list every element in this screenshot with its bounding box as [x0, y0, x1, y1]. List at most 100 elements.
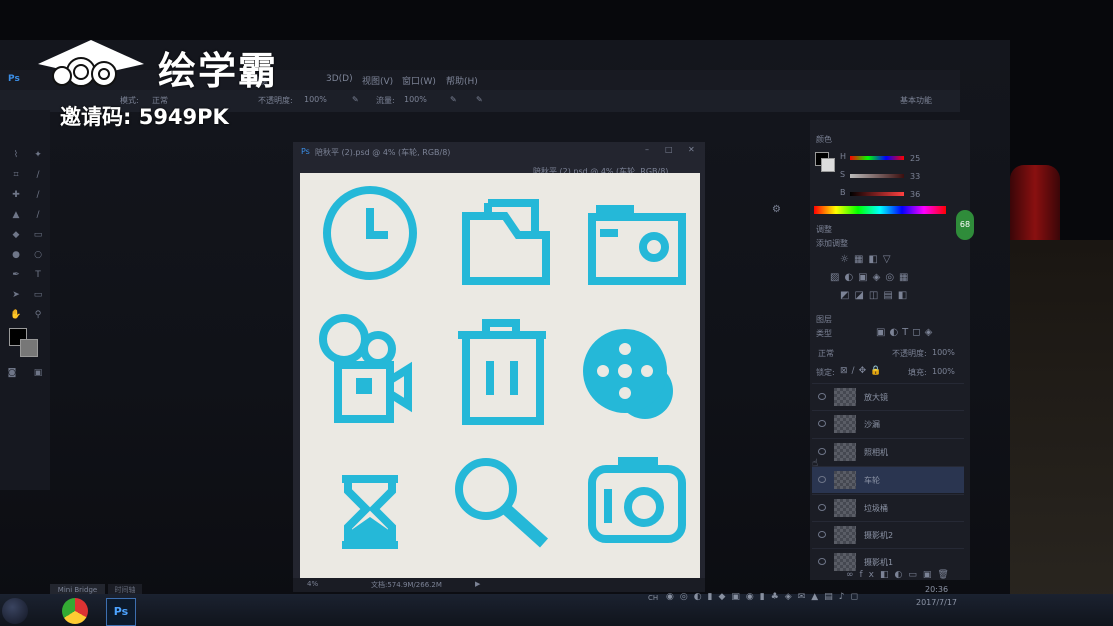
opacity-input[interactable]: 100% [304, 95, 327, 104]
tablet-pressure-icon[interactable]: ✎ [476, 95, 483, 104]
adjustment-icons-row-2[interactable]: ▨◐▣◈◎▦ [830, 272, 914, 283]
layer-row-selected[interactable]: 车轮 [812, 466, 964, 493]
screen-mode-icon[interactable]: ▣ [32, 368, 44, 378]
ps-doc-icon: Ps [301, 147, 310, 156]
video-camera-lens-block [356, 378, 372, 394]
eye-icon[interactable] [818, 393, 826, 400]
close-button[interactable]: ✕ [688, 145, 695, 154]
hand-tool-icon[interactable]: ✋ [10, 310, 22, 320]
layers-tab[interactable]: 图层 [816, 314, 832, 325]
tray-icons[interactable]: ◉◎◐▮◆▣◉▮♣◈✉▲▤♪◻ [666, 592, 864, 602]
pressure-icon[interactable]: ✎ [352, 95, 359, 104]
gradient-tool-icon[interactable]: ▭ [32, 230, 44, 240]
invite-code: 邀请码: 5949PK [60, 105, 229, 129]
layer-row[interactable]: 垃圾桶 [812, 494, 964, 521]
eye-icon[interactable] [818, 558, 826, 565]
menu-item-3d[interactable]: 3D(D) [326, 74, 353, 84]
history-brush-tool-icon[interactable]: ∕ [32, 210, 44, 220]
layer-filter-kind[interactable]: 类型 [816, 328, 832, 339]
camera-icon [588, 205, 686, 285]
clock-date[interactable]: 2017/7/17 [916, 598, 957, 607]
layer-row[interactable]: 照相机 [812, 438, 964, 465]
chrome-icon[interactable] [62, 598, 88, 624]
pen-tool-icon[interactable]: ✒ [10, 270, 22, 280]
status-menu-arrow-icon[interactable]: ▶ [475, 580, 480, 588]
maximize-button[interactable]: □ [665, 145, 673, 154]
flow-input[interactable]: 100% [404, 95, 427, 104]
language-indicator[interactable]: CH [648, 594, 658, 602]
layer-name: 摄影机1 [864, 558, 894, 567]
lasso-tool-icon[interactable]: ⌇ [10, 150, 22, 160]
layer-footer-icons[interactable]: ∞fx◧◐▭▣🗑 [846, 570, 955, 580]
film-reel-icon [583, 329, 673, 419]
saturation-value[interactable]: 33 [910, 172, 920, 181]
eye-icon[interactable] [818, 531, 826, 538]
hue-value[interactable]: 25 [910, 154, 920, 163]
brush-tool-icon[interactable]: ∕ [32, 190, 44, 200]
dodge-tool-icon[interactable]: ○ [32, 250, 44, 260]
menu-item-view[interactable]: 视图(V) [362, 74, 393, 87]
photo-camera-icon [588, 457, 686, 543]
clock-time[interactable]: 20:36 [925, 585, 948, 594]
lock-label: 锁定: [816, 368, 835, 377]
quick-mask-icon[interactable]: ◙ [6, 368, 18, 378]
stamp-tool-icon[interactable]: ▲ [10, 210, 22, 220]
hue-slider[interactable] [850, 156, 904, 160]
eyedropper-tool-icon[interactable]: ∕ [32, 170, 44, 180]
adjustment-icons-row-1[interactable]: ☼▦◧▽ [840, 254, 896, 265]
layer-row[interactable]: 沙漏 [812, 410, 964, 437]
menu-item-window[interactable]: 窗口(W) [402, 74, 436, 87]
brightness-slider[interactable] [850, 192, 904, 196]
mini-panel-icon[interactable]: ⚙ [772, 204, 781, 215]
airbrush-icon[interactable]: ✎ [450, 95, 457, 104]
background-color-swatch[interactable] [20, 339, 38, 357]
eye-icon[interactable] [818, 448, 826, 455]
layer-row[interactable]: 放大镜 [812, 383, 964, 410]
menu-item-help[interactable]: 帮助(H) [446, 74, 478, 87]
eye-icon[interactable] [818, 420, 826, 427]
brightness-value[interactable]: 36 [910, 190, 920, 199]
channel-h-label: H [840, 152, 847, 161]
workspace-select[interactable]: 基本功能 [900, 95, 932, 106]
canvas[interactable] [300, 173, 700, 578]
healing-tool-icon[interactable]: ✚ [10, 190, 22, 200]
blur-tool-icon[interactable]: ● [10, 250, 22, 260]
layer-thumbnail [834, 499, 856, 517]
fill-label: 填充: [908, 368, 927, 377]
saturation-slider[interactable] [850, 174, 904, 178]
layer-opacity-input[interactable]: 100% [932, 348, 955, 357]
adjustment-icons-row-3[interactable]: ◩◪◫▤◧ [840, 290, 912, 301]
type-tool-icon[interactable]: T [32, 270, 44, 280]
minimize-button[interactable]: – [645, 145, 649, 154]
panel-background-swatch[interactable] [821, 158, 835, 172]
eye-icon[interactable] [818, 504, 826, 511]
status-bar: 4% 文档:574.9M/266.2M ▶ [293, 578, 705, 592]
layer-row[interactable]: 摄影机2 [812, 521, 964, 548]
layer-filter-icons[interactable]: ▣◐T◻◈ [876, 327, 936, 338]
layer-blend-mode[interactable]: 正常 [818, 348, 834, 359]
eye-icon[interactable] [818, 476, 826, 483]
folder-icon [462, 199, 550, 285]
zoom-level[interactable]: 4% [307, 580, 318, 588]
layer-name: 照相机 [864, 448, 888, 457]
graduation-cap-logo-icon [38, 40, 144, 87]
path-select-tool-icon[interactable]: ➤ [10, 290, 22, 300]
layer-thumbnail [834, 471, 856, 489]
photoshop-taskbar-button[interactable]: Ps [106, 598, 136, 626]
color-panel-tab[interactable]: 颜色 [816, 134, 832, 145]
channel-s-label: S [840, 170, 846, 179]
channel-b-label: B [840, 188, 846, 197]
layer-thumbnail [834, 388, 856, 406]
adjustments-tab[interactable]: 调整 [816, 224, 832, 235]
crop-tool-icon[interactable]: ⌗ [10, 170, 22, 180]
eraser-tool-icon[interactable]: ◆ [10, 230, 22, 240]
start-button[interactable] [2, 598, 28, 624]
layer-thumbnail [834, 553, 856, 571]
color-ramp[interactable] [814, 206, 946, 214]
magic-wand-tool-icon[interactable]: ✦ [32, 150, 44, 160]
zoom-tool-icon[interactable]: ⚲ [32, 310, 44, 320]
tools-panel: ⌇ ✦ ⌗ ∕ ✚ ∕ ▲ ∕ ◆ ▭ ● ○ ✒ T ➤ ▭ ✋ ⚲ ◙ ▣ [0, 110, 50, 490]
fill-input[interactable]: 100% [932, 367, 955, 376]
lock-icons[interactable]: ⊠∕✥🔒 [840, 366, 885, 376]
shape-tool-icon[interactable]: ▭ [32, 290, 44, 300]
